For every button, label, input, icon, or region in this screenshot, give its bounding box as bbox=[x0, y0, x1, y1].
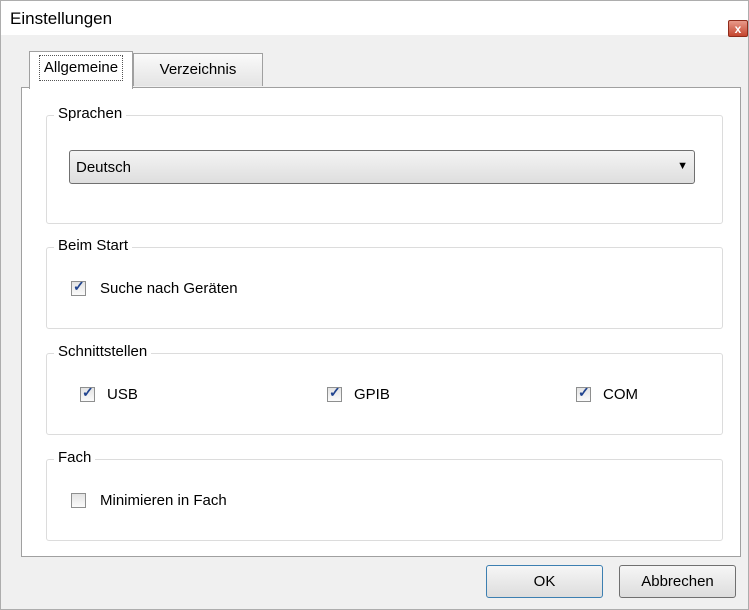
close-icon: x bbox=[734, 22, 742, 36]
gpib-checkbox[interactable]: ✓ bbox=[327, 384, 342, 402]
group-legend-sprachen: Sprachen bbox=[54, 105, 127, 122]
com-checkbox[interactable]: ✓ bbox=[576, 384, 591, 402]
group-legend-beim-start: Beim Start bbox=[54, 237, 133, 254]
title-bar[interactable]: Einstellungen x bbox=[1, 1, 748, 37]
close-button[interactable]: x bbox=[728, 20, 748, 37]
group-legend-fach: Fach bbox=[54, 449, 96, 466]
checkmark-icon: ✓ bbox=[578, 384, 590, 400]
usb-checkbox[interactable]: ✓ bbox=[80, 384, 95, 402]
dialog-title: Einstellungen bbox=[10, 9, 113, 28]
tab-label: Verzeichnis bbox=[159, 61, 237, 78]
tab-allgemeine[interactable]: Allgemeine bbox=[29, 51, 133, 89]
checkmark-icon: ✓ bbox=[82, 384, 94, 400]
gpib-label[interactable]: GPIB bbox=[354, 386, 390, 403]
language-select[interactable]: Deutsch ▼ bbox=[69, 150, 695, 184]
search-devices-checkbox[interactable]: ✓ bbox=[71, 278, 86, 296]
ok-button[interactable]: OK bbox=[486, 565, 603, 598]
usb-label[interactable]: USB bbox=[107, 386, 138, 403]
tab-label: Allgemeine bbox=[38, 55, 124, 81]
tab-verzeichnis[interactable]: Verzeichnis bbox=[133, 53, 263, 86]
checkmark-icon: ✓ bbox=[329, 384, 341, 400]
chevron-down-icon: ▼ bbox=[677, 160, 688, 172]
minimize-tray-checkbox[interactable] bbox=[71, 493, 86, 508]
minimize-tray-label[interactable]: Minimieren in Fach bbox=[100, 492, 227, 509]
search-devices-label[interactable]: Suche nach Geräten bbox=[100, 280, 238, 297]
group-legend-schnittstellen: Schnittstellen bbox=[54, 343, 152, 360]
settings-dialog: Einstellungen x Allgemeine Verzeichnis S… bbox=[0, 0, 749, 610]
checkmark-icon: ✓ bbox=[73, 278, 85, 294]
language-select-value: Deutsch bbox=[76, 159, 132, 176]
com-label[interactable]: COM bbox=[603, 386, 638, 403]
cancel-button[interactable]: Abbrechen bbox=[619, 565, 736, 598]
